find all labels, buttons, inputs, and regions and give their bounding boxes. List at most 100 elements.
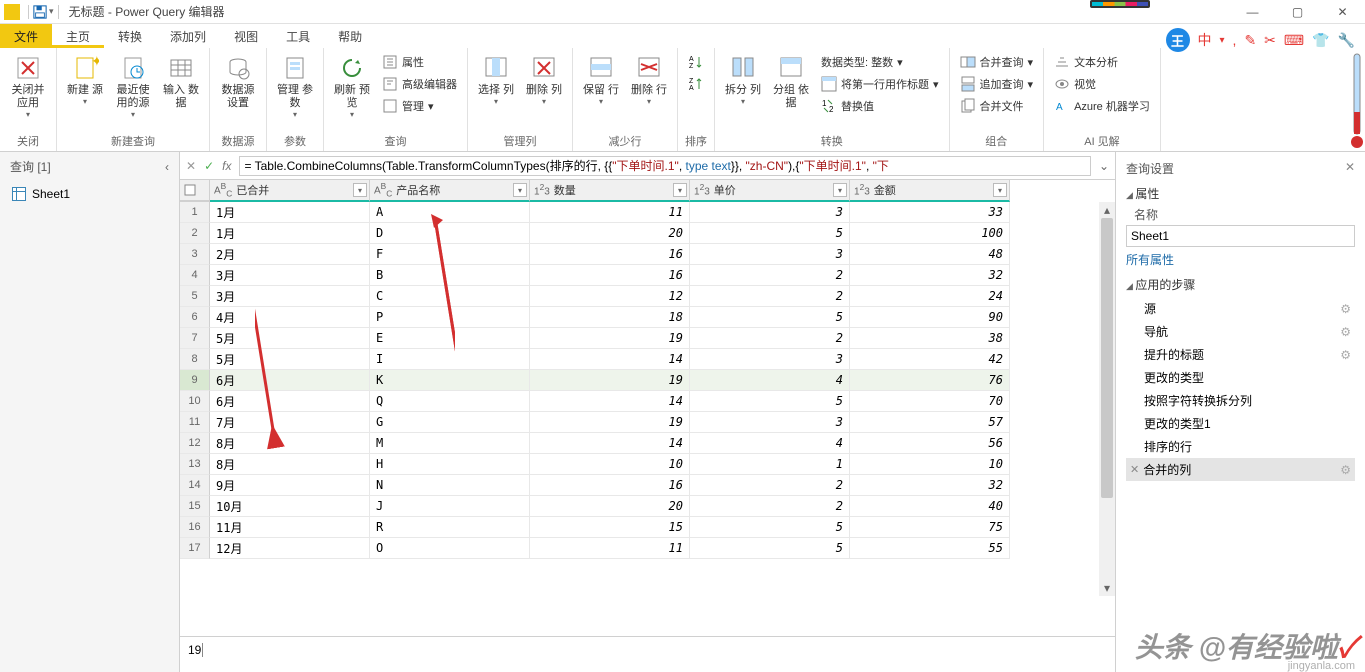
cell[interactable]: 5 xyxy=(690,538,850,559)
cell[interactable]: 15 xyxy=(530,517,690,538)
row-number[interactable]: 7 xyxy=(180,328,210,349)
text-analytics-button[interactable]: 文本分析 xyxy=(1050,52,1154,72)
cell[interactable]: I xyxy=(370,349,530,370)
cell[interactable]: 16 xyxy=(530,265,690,286)
replace-values-button[interactable]: 12替换值 xyxy=(817,96,943,116)
cell[interactable]: 10 xyxy=(850,454,1010,475)
cell[interactable]: 8月 xyxy=(210,454,370,475)
cell[interactable]: 6月 xyxy=(210,370,370,391)
column-header[interactable]: ABC产品名称▾ xyxy=(370,180,530,202)
cell[interactable]: 1 xyxy=(690,454,850,475)
all-properties-link[interactable]: 所有属性 xyxy=(1126,251,1174,268)
cell[interactable]: 18 xyxy=(530,307,690,328)
cell[interactable]: N xyxy=(370,475,530,496)
cell[interactable]: K xyxy=(370,370,530,391)
applied-step[interactable]: 导航⚙ xyxy=(1126,320,1355,343)
cell[interactable]: Q xyxy=(370,391,530,412)
row-number[interactable]: 17 xyxy=(180,538,210,559)
cell[interactable]: 32 xyxy=(850,265,1010,286)
pencil-icon[interactable]: ✎ xyxy=(1244,32,1256,49)
cell[interactable]: 2 xyxy=(690,328,850,349)
properties-section[interactable]: 属性 xyxy=(1126,185,1355,202)
row-number[interactable]: 12 xyxy=(180,433,210,454)
cell[interactable]: 1月 xyxy=(210,202,370,223)
vertical-scrollbar[interactable]: ▴ ▾ xyxy=(1099,202,1115,596)
cell[interactable]: 2 xyxy=(690,286,850,307)
applied-step[interactable]: 按照字符转换拆分列 xyxy=(1126,389,1355,412)
filter-dropdown-icon[interactable]: ▾ xyxy=(513,183,527,197)
cell[interactable]: 55 xyxy=(850,538,1010,559)
cell[interactable]: 2 xyxy=(690,475,850,496)
gear-icon[interactable]: ⚙ xyxy=(1340,463,1351,477)
cell[interactable]: F xyxy=(370,244,530,265)
column-header[interactable]: ABC已合并▾ xyxy=(210,180,370,202)
merge-queries-button[interactable]: 合并查询 ▾ xyxy=(956,52,1038,72)
cell[interactable]: R xyxy=(370,517,530,538)
minimize-button[interactable]: — xyxy=(1230,0,1275,24)
cell[interactable]: J xyxy=(370,496,530,517)
cell[interactable]: 3月 xyxy=(210,286,370,307)
gear-icon[interactable]: ⚙ xyxy=(1340,325,1351,339)
tab-4[interactable]: 工具 xyxy=(272,24,324,48)
filter-dropdown-icon[interactable]: ▾ xyxy=(353,183,367,197)
row-number[interactable]: 4 xyxy=(180,265,210,286)
cell[interactable]: 100 xyxy=(850,223,1010,244)
sort-asc-button[interactable]: AZ xyxy=(684,52,708,72)
keyboard-icon[interactable]: ⌨ xyxy=(1284,32,1304,49)
cell[interactable]: 19 xyxy=(530,328,690,349)
maximize-button[interactable]: ▢ xyxy=(1275,0,1320,24)
applied-step[interactable]: 源⚙ xyxy=(1126,297,1355,320)
manage-button[interactable]: 管理 ▾ xyxy=(378,96,461,116)
type-icon[interactable]: 123 xyxy=(854,182,870,197)
cell[interactable]: 40 xyxy=(850,496,1010,517)
cell[interactable]: 10月 xyxy=(210,496,370,517)
cell[interactable]: 1月 xyxy=(210,223,370,244)
cell[interactable]: 5 xyxy=(690,223,850,244)
cell[interactable]: 3 xyxy=(690,202,850,223)
cell[interactable]: 3 xyxy=(690,244,850,265)
azure-ml-button[interactable]: AAzure 机器学习 xyxy=(1050,96,1154,116)
cell[interactable]: 19 xyxy=(530,370,690,391)
datasource-settings-button[interactable]: 数据源 设置 xyxy=(216,52,260,112)
row-number[interactable]: 15 xyxy=(180,496,210,517)
cell[interactable]: 5月 xyxy=(210,349,370,370)
cell[interactable]: 2 xyxy=(690,265,850,286)
query-name-input[interactable] xyxy=(1126,225,1355,247)
cell[interactable]: P xyxy=(370,307,530,328)
column-header[interactable]: 123金额▾ xyxy=(850,180,1010,202)
scroll-down-icon[interactable]: ▾ xyxy=(1099,580,1115,596)
type-icon[interactable]: ABC xyxy=(214,181,232,198)
scroll-thumb[interactable] xyxy=(1101,218,1113,498)
choose-columns-button[interactable]: 选择 列▾ xyxy=(474,52,518,108)
delete-step-icon[interactable]: ✕ xyxy=(1130,463,1139,476)
cell[interactable]: 16 xyxy=(530,244,690,265)
tab-5[interactable]: 帮助 xyxy=(324,24,376,48)
cell[interactable]: 5月 xyxy=(210,328,370,349)
filter-dropdown-icon[interactable]: ▾ xyxy=(833,183,847,197)
properties-button[interactable]: 属性 xyxy=(378,52,461,72)
cell[interactable]: 20 xyxy=(530,496,690,517)
cell[interactable]: 2 xyxy=(690,496,850,517)
recent-source-button[interactable]: 最近使 用的源▾ xyxy=(111,52,155,121)
cell[interactable]: 3 xyxy=(690,412,850,433)
caret-icon[interactable]: ▾ xyxy=(1220,35,1225,46)
cell[interactable]: 8月 xyxy=(210,433,370,454)
row-number[interactable]: 16 xyxy=(180,517,210,538)
gear-icon[interactable]: ⚙ xyxy=(1340,302,1351,316)
query-item[interactable]: Sheet1 xyxy=(0,181,179,207)
grid-corner[interactable] xyxy=(180,180,210,202)
cell[interactable]: 11月 xyxy=(210,517,370,538)
cell[interactable]: H xyxy=(370,454,530,475)
data-type-button[interactable]: 数据类型: 整数 ▾ xyxy=(817,52,943,72)
vision-button[interactable]: 视觉 xyxy=(1050,74,1154,94)
tab-2[interactable]: 添加列 xyxy=(156,24,220,48)
row-number[interactable]: 14 xyxy=(180,475,210,496)
remove-columns-button[interactable]: 删除 列▾ xyxy=(522,52,566,108)
filter-dropdown-icon[interactable]: ▾ xyxy=(993,183,1007,197)
cell[interactable]: D xyxy=(370,223,530,244)
row-number[interactable]: 2 xyxy=(180,223,210,244)
type-icon[interactable]: 123 xyxy=(534,182,550,197)
cell[interactable]: 57 xyxy=(850,412,1010,433)
user-badge-icon[interactable]: 王 xyxy=(1166,28,1190,52)
keep-rows-button[interactable]: 保留 行▾ xyxy=(579,52,623,108)
